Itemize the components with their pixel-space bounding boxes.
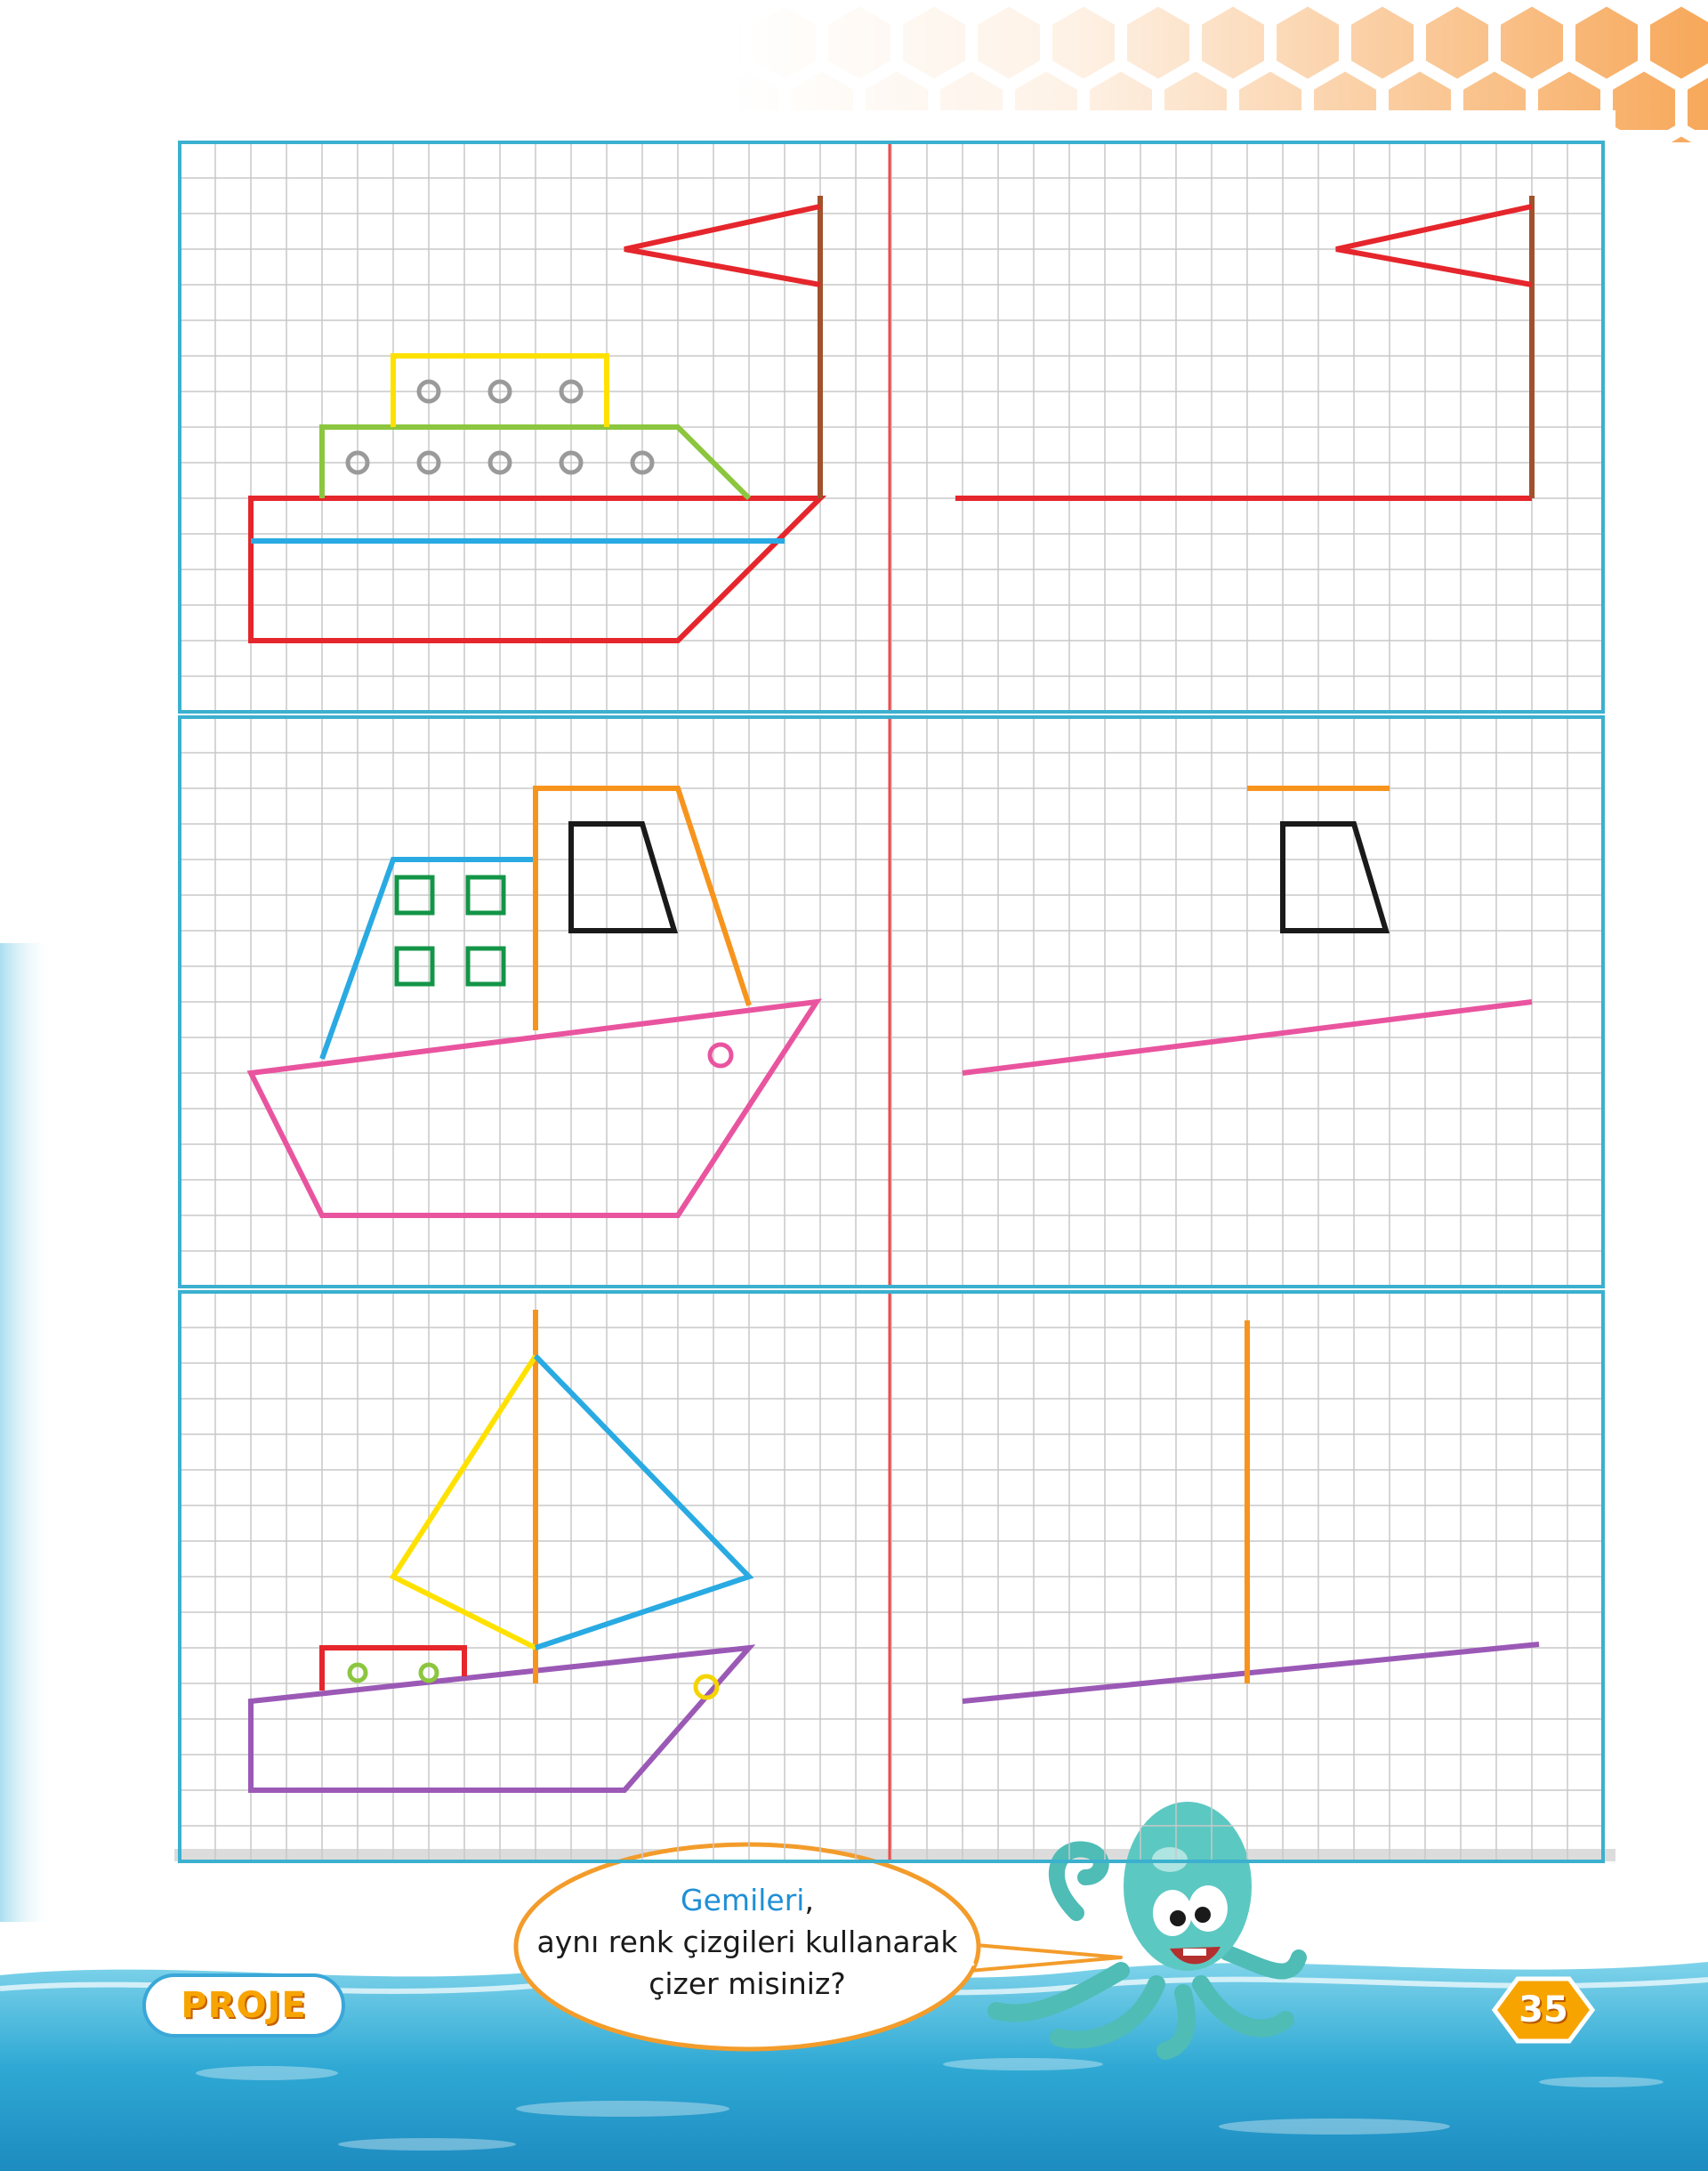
ship3-copy-deck-line <box>962 1642 1540 1704</box>
ship1-copy-flag <box>1335 204 1533 287</box>
ship1-flag <box>624 204 821 287</box>
proje-badge: PROJE <box>142 1973 345 2038</box>
instruction-highlight: Gemileri <box>681 1883 805 1917</box>
page-number: 35 <box>1519 1989 1568 2030</box>
instruction-line-3: çizer misiniz? <box>649 1966 846 2001</box>
instruction-line-2: aynı renk çizgileri kullanarak <box>536 1925 958 1959</box>
ship2-copy-window <box>1280 821 1390 933</box>
ship2-window <box>568 821 679 933</box>
instruction-text: Gemileri, aynı renk çizgileri kullanarak… <box>534 1879 961 2005</box>
instruction-comma: , <box>804 1883 814 1917</box>
proje-badge-label: PROJE <box>181 1985 307 2026</box>
drawing-grid-sheet <box>178 141 1605 1863</box>
